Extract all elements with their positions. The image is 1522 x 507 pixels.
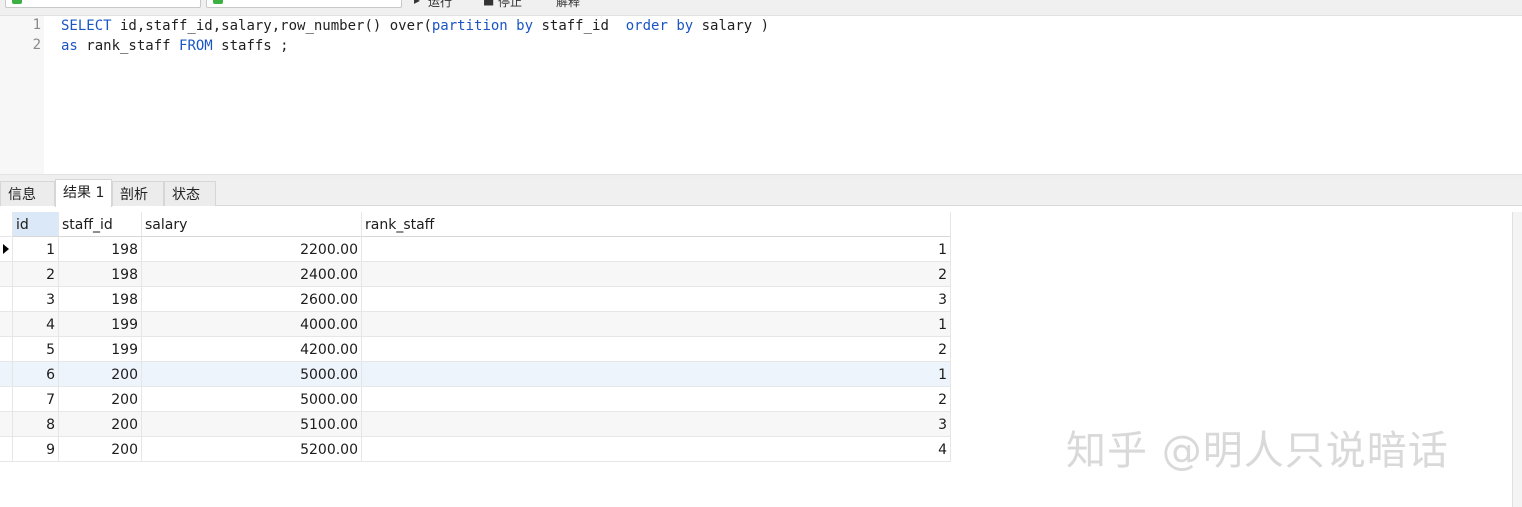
cell-staff-id[interactable]: 200 bbox=[59, 412, 142, 437]
line-number: 2 bbox=[32, 37, 41, 53]
tab-profile[interactable]: 剖析 bbox=[112, 181, 164, 206]
stop-icon: ■ bbox=[483, 0, 495, 7]
row-indicator[interactable] bbox=[0, 337, 13, 362]
row-indicator[interactable] bbox=[0, 312, 13, 337]
tab-info[interactable]: 信息 bbox=[0, 181, 55, 206]
column-header-rank-staff[interactable]: rank_staff bbox=[362, 212, 951, 237]
database-icon bbox=[213, 0, 223, 4]
code-line-2[interactable]: as rank_staff FROM staffs ; bbox=[61, 36, 289, 56]
explain-button[interactable]: 解释 bbox=[556, 0, 580, 10]
cell-salary[interactable]: 5200.00 bbox=[142, 437, 362, 462]
cell-staff-id[interactable]: 198 bbox=[59, 237, 142, 262]
cell-id[interactable]: 6 bbox=[13, 362, 59, 387]
cell-staff-id[interactable]: 198 bbox=[59, 287, 142, 312]
cell-salary[interactable]: 2600.00 bbox=[142, 287, 362, 312]
tab-result-1[interactable]: 结果 1 bbox=[55, 179, 112, 207]
row-indicator[interactable] bbox=[0, 437, 13, 462]
cell-id[interactable]: 5 bbox=[13, 337, 59, 362]
cell-id[interactable]: 2 bbox=[13, 262, 59, 287]
cell-salary[interactable]: 5000.00 bbox=[142, 362, 362, 387]
sql-text: staff_id bbox=[533, 18, 626, 34]
database-select[interactable] bbox=[206, 0, 402, 8]
cell-staff-id[interactable]: 200 bbox=[59, 362, 142, 387]
cell-id[interactable]: 9 bbox=[13, 437, 59, 462]
cell-rank-staff[interactable]: 3 bbox=[362, 412, 951, 437]
row-indicator[interactable] bbox=[0, 237, 13, 262]
result-tabs: 信息 结果 1 剖析 状态 bbox=[0, 179, 1522, 207]
cell-salary[interactable]: 2400.00 bbox=[142, 262, 362, 287]
cell-staff-id[interactable]: 199 bbox=[59, 312, 142, 337]
sql-keyword: order by bbox=[625, 18, 694, 34]
sql-keyword: partition by bbox=[431, 18, 534, 34]
cell-salary[interactable]: 5000.00 bbox=[142, 387, 362, 412]
row-indicator[interactable] bbox=[0, 362, 13, 387]
cell-id[interactable]: 3 bbox=[13, 287, 59, 312]
column-header-id[interactable]: id bbox=[13, 212, 59, 237]
sql-text: salary ) bbox=[693, 18, 770, 34]
watermark: 知乎 @明人只说暗话 bbox=[1066, 428, 1449, 474]
row-indicator[interactable] bbox=[0, 262, 13, 287]
column-header-salary[interactable]: salary bbox=[142, 212, 362, 237]
column-header-staff-id[interactable]: staff_id bbox=[59, 212, 142, 237]
cell-rank-staff[interactable]: 2 bbox=[362, 262, 951, 287]
cell-staff-id[interactable]: 200 bbox=[59, 437, 142, 462]
sql-keyword: as bbox=[61, 38, 78, 54]
cell-salary[interactable]: 4200.00 bbox=[142, 337, 362, 362]
cell-id[interactable]: 4 bbox=[13, 312, 59, 337]
cell-salary[interactable]: 5100.00 bbox=[142, 412, 362, 437]
cell-rank-staff[interactable]: 1 bbox=[362, 312, 951, 337]
tab-status[interactable]: 状态 bbox=[164, 181, 216, 206]
stop-button[interactable]: 停止 bbox=[498, 0, 522, 10]
cell-staff-id[interactable]: 198 bbox=[59, 262, 142, 287]
sql-keyword: SELECT bbox=[61, 18, 112, 34]
cell-id[interactable]: 8 bbox=[13, 412, 59, 437]
cell-rank-staff[interactable]: 3 bbox=[362, 287, 951, 312]
cell-rank-staff[interactable]: 2 bbox=[362, 387, 951, 412]
code-line-1[interactable]: SELECT id,staff_id,salary,row_number() o… bbox=[61, 16, 769, 36]
cell-rank-staff[interactable]: 2 bbox=[362, 337, 951, 362]
row-indicator[interactable] bbox=[0, 412, 13, 437]
cell-salary[interactable]: 2200.00 bbox=[142, 237, 362, 262]
cell-id[interactable]: 7 bbox=[13, 387, 59, 412]
sql-text: rank_staff bbox=[77, 38, 180, 54]
run-button[interactable]: 运行 bbox=[428, 0, 452, 10]
line-number-gutter: 1 2 bbox=[0, 16, 44, 174]
cell-staff-id[interactable]: 199 bbox=[59, 337, 142, 362]
line-number: 1 bbox=[32, 17, 41, 33]
cell-staff-id[interactable]: 200 bbox=[59, 387, 142, 412]
sql-text: staffs ; bbox=[212, 38, 289, 54]
current-row-arrow-icon bbox=[3, 244, 9, 254]
cell-rank-staff[interactable]: 1 bbox=[362, 237, 951, 262]
run-icon: ▸ bbox=[414, 0, 421, 7]
sql-keyword: FROM bbox=[179, 38, 213, 54]
vertical-scrollbar[interactable] bbox=[1512, 212, 1522, 507]
row-indicator[interactable] bbox=[0, 387, 13, 412]
toolbar: ▸ 运行 ■ 停止 解释 bbox=[0, 0, 1522, 16]
sql-editor[interactable]: 1 2 SELECT id,staff_id,salary,row_number… bbox=[0, 16, 1522, 174]
cell-rank-staff[interactable]: 1 bbox=[362, 362, 951, 387]
row-indicator[interactable] bbox=[0, 287, 13, 312]
cell-salary[interactable]: 4000.00 bbox=[142, 312, 362, 337]
cell-id[interactable]: 1 bbox=[13, 237, 59, 262]
sql-text: id,staff_id,salary,row_number() over( bbox=[111, 18, 432, 34]
cell-rank-staff[interactable]: 4 bbox=[362, 437, 951, 462]
row-indicator-header bbox=[0, 212, 13, 237]
connection-icon bbox=[12, 0, 22, 4]
connection-select[interactable] bbox=[5, 0, 201, 8]
